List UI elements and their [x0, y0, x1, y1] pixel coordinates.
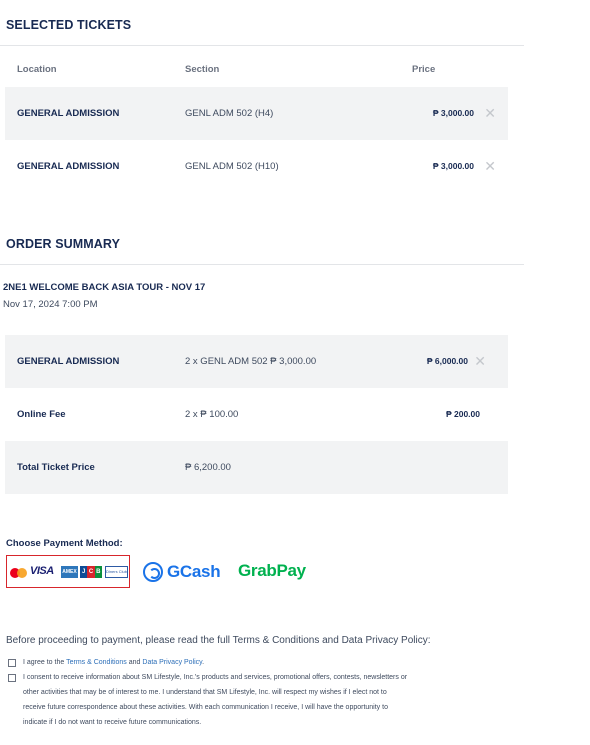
- agree-terms-label: I agree to the Terms & Conditions and Da…: [23, 659, 205, 666]
- summary-row: GENERAL ADMISSION 2 x GENL ADM 502 ₱ 3,0…: [5, 335, 508, 388]
- event-date: Nov 17, 2024 7:00 PM: [3, 299, 98, 310]
- summary-label: GENERAL ADMISSION: [17, 356, 120, 367]
- marketing-consent-label: I consent to receive information about S…: [23, 674, 408, 726]
- summary-total-row: Total Ticket Price ₱ 6,200.00: [5, 441, 508, 494]
- summary-amount: ₱ 200.00: [445, 409, 480, 419]
- ticket-location: GENERAL ADMISSION: [17, 108, 120, 119]
- remove-ticket-icon[interactable]: ✕: [484, 87, 496, 140]
- ticket-price: ₱ 3,000.00: [432, 161, 474, 171]
- terms-link[interactable]: Terms & Conditions: [66, 659, 127, 666]
- gcash-label: GCash: [167, 562, 221, 581]
- agree-terms-checkbox[interactable]: [8, 659, 16, 667]
- column-header-location: Location: [17, 64, 57, 75]
- summary-amount: ₱ 6,000.00: [426, 356, 468, 366]
- visa-icon: VISA: [30, 565, 54, 577]
- mastercard-icon: [10, 568, 28, 578]
- card-payment-option[interactable]: VISA AMEX J C B Diners Club: [6, 555, 130, 588]
- amex-icon: AMEX: [61, 566, 78, 578]
- ticket-section: GENL ADM 502 (H10): [185, 161, 279, 172]
- remove-ticket-icon[interactable]: ✕: [484, 140, 496, 193]
- order-summary-title: ORDER SUMMARY: [6, 237, 121, 251]
- gcash-logo-icon: [143, 562, 163, 582]
- payment-method-label: Choose Payment Method:: [6, 538, 123, 549]
- summary-detail: 2 x ₱ 100.00: [185, 409, 239, 420]
- ticket-row: GENERAL ADMISSION GENL ADM 502 (H4) ₱ 3,…: [5, 87, 508, 140]
- jcb-icon: J C B: [80, 566, 102, 578]
- column-header-price: Price: [412, 64, 436, 75]
- ticket-location: GENERAL ADMISSION: [17, 161, 120, 172]
- marketing-consent-checkbox[interactable]: [8, 674, 16, 682]
- gcash-payment-option[interactable]: GCash: [143, 560, 221, 584]
- summary-total-amount: ₱ 6,200.00: [185, 462, 231, 473]
- diners-club-icon: Diners Club: [105, 566, 128, 578]
- grabpay-payment-option[interactable]: GrabPay: [238, 561, 306, 581]
- ticket-row: GENERAL ADMISSION GENL ADM 502 (H10) ₱ 3…: [5, 140, 508, 193]
- summary-row: Online Fee 2 x ₱ 100.00 ₱ 200.00: [5, 388, 508, 441]
- selected-tickets-title: SELECTED TICKETS: [6, 18, 132, 32]
- summary-label: Online Fee: [17, 409, 66, 420]
- divider: [0, 45, 524, 46]
- divider: [0, 264, 524, 265]
- summary-label: Total Ticket Price: [17, 462, 95, 473]
- terms-intro: Before proceeding to payment, please rea…: [6, 635, 431, 646]
- remove-item-icon[interactable]: ✕: [474, 335, 486, 388]
- ticket-section: GENL ADM 502 (H4): [185, 108, 274, 119]
- event-title: 2NE1 WELCOME BACK ASIA TOUR - NOV 17: [3, 282, 206, 293]
- privacy-policy-link[interactable]: Data Privacy Policy: [142, 659, 202, 666]
- summary-detail: 2 x GENL ADM 502 ₱ 3,000.00: [185, 356, 317, 367]
- column-header-section: Section: [185, 64, 220, 75]
- ticket-price: ₱ 3,000.00: [432, 108, 474, 118]
